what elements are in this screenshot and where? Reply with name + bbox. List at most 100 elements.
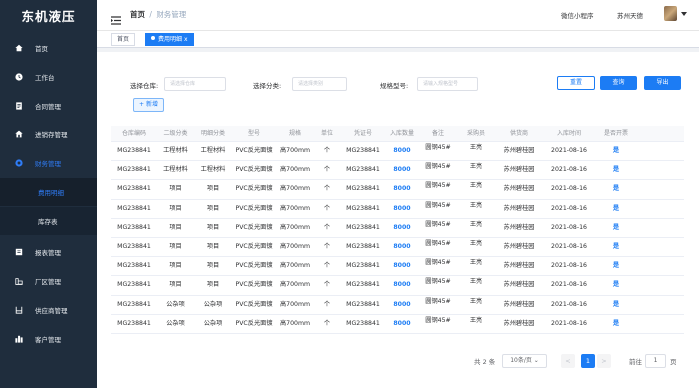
sidebar-subitem-stock-table[interactable]: 库存表 [0,207,97,235]
column-header: 入库数量 [389,130,414,137]
table-cell: MG238841 [346,319,380,327]
tag-expense-detail[interactable]: 费用明细 x [145,33,194,46]
sidebar-item-label: 进销存管理 [35,131,68,139]
mini-program-link[interactable]: 微信小程序 [561,10,594,20]
pagination-total: 共 2 条 [474,358,496,366]
table-cell: 项目 [206,242,220,250]
spec-input[interactable]: 请输入规格型号 [417,77,478,91]
table-cell: MG238841 [346,166,380,174]
breadcrumb-home[interactable]: 首页 [130,10,145,19]
sidebar-subitem-expense-detail[interactable]: 费用明细 [0,178,97,206]
goto-prefix: 前往 [629,358,642,366]
sidebar-item-workbench[interactable]: 工作台 [0,63,97,91]
warehouse-select[interactable]: 请选择仓库 [164,77,226,91]
table-cell: PVC反光面镀 [235,147,273,154]
sidebar-item-report[interactable]: 报表管理 [0,238,97,266]
sidebar-item-supplier[interactable]: 供应商管理 [0,296,97,324]
close-icon[interactable]: x [184,36,188,43]
table-row[interactable]: MG238841 工程材料 工程材料 PVC反光面镀 高700mm 个 MG238841 80… [111,142,684,162]
page-1-button[interactable]: 1 [581,354,595,368]
table-row[interactable]: MG238841 公杂项 公杂项 PVC反光面镀 高700mm 个 MG238841 8000… [111,296,684,315]
table-cell: 2021-08-16 [551,147,587,154]
table-cell: 王亮 [469,163,483,171]
sidebar-item-factory[interactable]: 厂区管理 [0,267,97,295]
sidebar-item-label: 报表管理 [35,249,61,257]
table-cell: 高700mm [279,281,311,289]
table-cell: 2021-08-16 [551,185,587,193]
table-cell: 圆钢45# [425,316,451,324]
table-cell: 圆钢45# [425,297,451,305]
table-cell: 2021-08-16 [551,166,587,174]
table-cell: 苏州碧桂园 [503,300,535,308]
table-row[interactable]: MG238841 项目 项目 PVC反光面镀 高700mm 个 MG238841 8000 圆钢… [111,180,684,200]
table-cell: 2021-08-16 [551,204,587,212]
table-cell: 苏州碧桂园 [503,185,535,193]
table-cell: 公杂项 [203,319,223,327]
table-cell: 个 [323,300,331,308]
table-cell: 高700mm [279,319,311,327]
table-cell: 8000 [393,147,411,154]
table-row[interactable]: MG238841 工程材料 工程材料 PVC反光面镀 高700mm 个 MG238841 80… [111,161,684,181]
caret-down-icon[interactable] [681,12,687,16]
table-cell: 是 [612,204,620,212]
table-row[interactable]: MG238841 项目 项目 PVC反光面镀 高700mm 个 MG238841 8000 圆钢… [111,276,684,296]
sidebar-item-customer[interactable]: 客户管理 [0,325,97,353]
customer-icon [14,335,23,344]
avatar[interactable] [664,6,677,21]
user-name[interactable]: 苏州天德 [617,10,643,20]
table-cell: 是 [612,185,620,193]
goto-page-input[interactable]: 1 [645,354,666,368]
table-cell: 王亮 [469,220,483,228]
table-row[interactable]: MG238841 公杂项 公杂项 PVC反光面镀 高700mm 个 MG238841 8000… [111,315,684,334]
table-cell: 高700mm [279,300,311,308]
table-cell: 苏州碧桂园 [503,147,535,154]
sidebar-item-finance[interactable]: 财务管理 [0,149,97,177]
column-header: 凭证号 [353,130,372,137]
query-button[interactable]: 查询 [600,76,637,90]
table-cell: 苏州碧桂园 [503,166,535,174]
table-cell: 2021-08-16 [551,281,587,289]
column-header: 单位 [320,130,333,137]
category-label: 选择分类: [253,82,282,90]
table-cell: PVC反光面镀 [235,242,273,250]
table-cell: PVC反光面镀 [235,223,273,231]
table-row[interactable]: MG238841 项目 项目 PVC反光面镀 高700mm 个 MG238841 8000 圆钢… [111,200,684,219]
reset-button[interactable]: 重置 [557,76,595,90]
menu-fold-icon[interactable] [111,10,121,25]
table-cell: 8000 [393,185,411,193]
prev-page-button[interactable]: < [561,354,575,368]
table-cell: MG238841 [117,147,151,154]
tag-label: 费用明细 [158,36,183,43]
table-cell: 个 [323,262,331,270]
table-cell: 是 [612,262,620,270]
column-header: 规格 [288,130,301,137]
table-cell: 高700mm [279,185,311,193]
table-row[interactable]: MG238841 项目 项目 PVC反光面镀 高700mm 个 MG238841 8000 圆钢… [111,238,684,258]
table-cell: MG238841 [346,281,380,289]
category-select[interactable]: 请选择类别 [292,77,347,91]
sidebar-item-home[interactable]: 首页 [0,34,97,62]
table-row[interactable]: MG238841 项目 项目 PVC反光面镀 高700mm 个 MG238841 8000 圆钢… [111,219,684,238]
table-cell: 项目 [169,242,182,250]
table-row[interactable]: MG238841 项目 项目 PVC反光面镀 高700mm 个 MG238841 8000 圆钢… [111,257,684,277]
table-cell: 是 [612,281,620,289]
table-cell: 公杂项 [166,319,185,327]
tag-home[interactable]: 首页 [111,33,136,46]
table-cell: 项目 [206,262,220,270]
table-cell: 2021-08-16 [551,300,587,308]
export-button[interactable]: 导出 [644,76,681,90]
sidebar-item-inventory[interactable]: 进销存管理 [0,120,97,148]
table-cell: 8000 [393,242,411,250]
table-cell: PVC反光面镀 [235,185,273,193]
next-page-button[interactable]: > [597,354,611,368]
column-header: 仓库编码 [121,130,146,137]
table-cell: 个 [323,166,331,174]
table-cell: PVC反光面镀 [235,204,273,212]
sidebar-item-contract[interactable]: 合同管理 [0,92,97,120]
table-cell: 2021-08-16 [551,223,587,231]
add-button[interactable]: + 新增 [133,98,164,112]
page-size-select[interactable]: 10条/页 ⌄ [502,354,547,368]
table-cell: 8000 [393,166,411,174]
table-cell: MG238841 [117,204,151,212]
sidebar-item-label: 首页 [35,45,48,53]
